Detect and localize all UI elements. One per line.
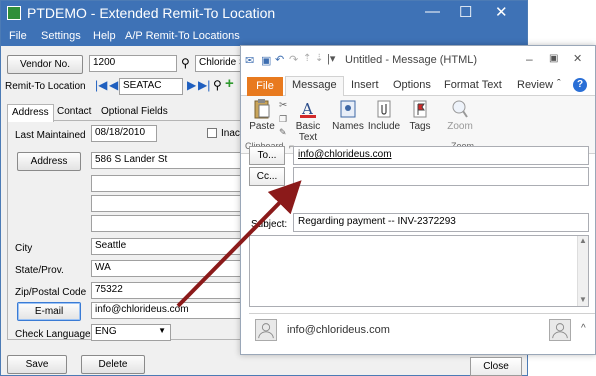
annotation-arrow [176, 180, 302, 308]
arrow-line [176, 180, 302, 308]
